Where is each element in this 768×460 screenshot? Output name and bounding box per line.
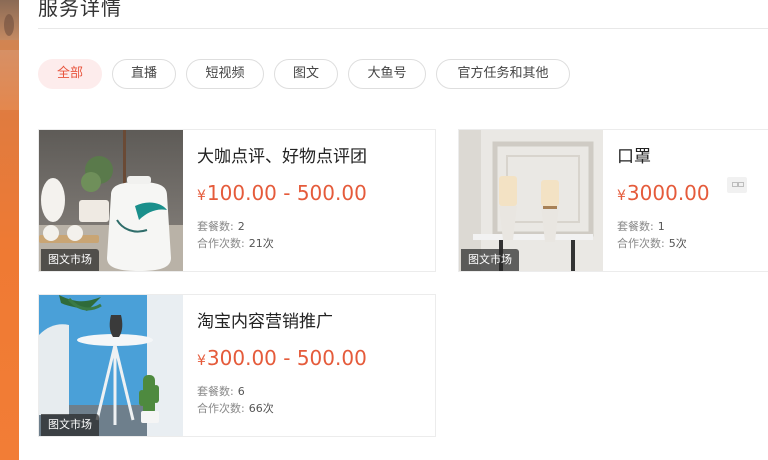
package-count: 套餐数: 2 — [197, 218, 245, 234]
filter-live[interactable]: 直播 — [112, 59, 176, 89]
service-card[interactable]: 图文市场 大咖点评、好物点评团 ¥100.00 - 500.00 套餐数: 2 合… — [38, 129, 436, 272]
service-card[interactable]: 图文市场 口罩 ¥3000.00 套餐数: 1 合作次数: 5次 — [458, 129, 768, 272]
divider — [38, 28, 768, 29]
service-title[interactable]: 淘宝内容营销推广 — [197, 307, 333, 332]
market-badge: 图文市场 — [41, 249, 99, 271]
coop-value: 21次 — [248, 237, 274, 250]
currency-symbol: ¥ — [197, 188, 206, 204]
package-value: 1 — [657, 220, 665, 233]
filter-official-other[interactable]: 官方任务和其他 — [436, 59, 570, 89]
service-image: 图文市场 — [459, 130, 603, 271]
coop-label: 合作次数: — [197, 237, 245, 250]
filter-dayu[interactable]: 大鱼号 — [348, 59, 426, 89]
package-value: 6 — [237, 385, 245, 398]
service-card[interactable]: 图文市场 淘宝内容营销推广 ¥300.00 - 500.00 套餐数: 6 合作次… — [38, 294, 436, 437]
section-title: 服务详情 — [38, 0, 122, 20]
market-badge: 图文市场 — [41, 414, 99, 436]
filter-image-text[interactable]: 图文 — [274, 59, 338, 89]
package-label: 套餐数: — [197, 220, 234, 233]
service-price: ¥300.00 - 500.00 — [197, 346, 367, 370]
coop-count: 合作次数: 21次 — [197, 235, 274, 251]
price-value: 300.00 - 500.00 — [206, 346, 367, 370]
compare-icon[interactable] — [727, 177, 747, 193]
package-label: 套餐数: — [197, 385, 234, 398]
coop-label: 合作次数: — [617, 237, 665, 250]
coop-count: 合作次数: 5次 — [617, 235, 687, 251]
background-image-strip — [0, 0, 19, 460]
service-price: ¥3000.00 — [617, 181, 710, 205]
service-image: 图文市场 — [39, 130, 183, 271]
service-image: 图文市场 — [39, 295, 183, 436]
coop-count: 合作次数: 66次 — [197, 400, 274, 416]
filter-all[interactable]: 全部 — [38, 59, 102, 89]
currency-symbol: ¥ — [617, 188, 626, 204]
price-value: 3000.00 — [626, 181, 710, 205]
filter-short-video[interactable]: 短视频 — [186, 59, 264, 89]
service-title[interactable]: 大咖点评、好物点评团 — [197, 142, 367, 167]
coop-label: 合作次数: — [197, 402, 245, 415]
coop-value: 66次 — [248, 402, 274, 415]
package-label: 套餐数: — [617, 220, 654, 233]
package-count: 套餐数: 6 — [197, 383, 245, 399]
service-title[interactable]: 口罩 — [617, 142, 651, 167]
package-count: 套餐数: 1 — [617, 218, 665, 234]
package-value: 2 — [237, 220, 245, 233]
service-price: ¥100.00 - 500.00 — [197, 181, 367, 205]
currency-symbol: ¥ — [197, 353, 206, 369]
market-badge: 图文市场 — [461, 249, 519, 271]
coop-value: 5次 — [668, 237, 687, 250]
price-value: 100.00 - 500.00 — [206, 181, 367, 205]
